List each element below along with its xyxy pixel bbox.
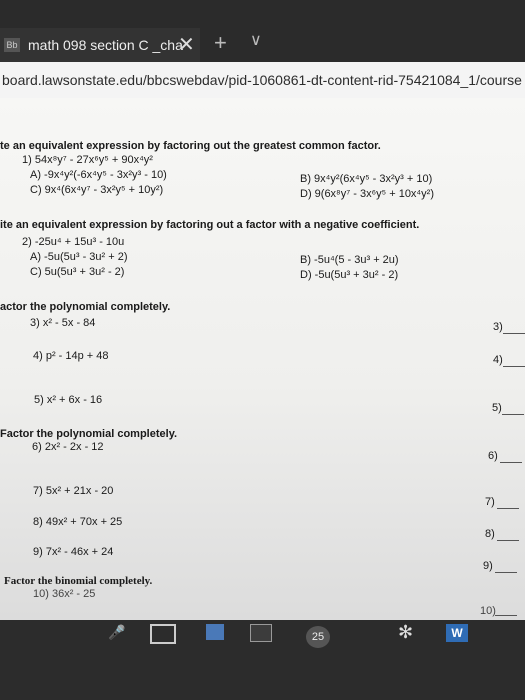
store-icon[interactable] <box>250 624 272 642</box>
question-10-answer-label: 10) <box>480 605 496 617</box>
new-tab-icon[interactable]: + <box>214 30 227 56</box>
file-explorer-icon[interactable] <box>206 624 224 640</box>
question-8-answer-blank[interactable] <box>497 540 519 541</box>
question-1-choice-b: B) 9x⁴y²(6x⁴y⁵ - 3x²y³ + 10) <box>300 173 433 185</box>
question-3-answer-label: 3) <box>493 321 503 333</box>
browser-tab-bar: Bb math 098 section C _cha ✕ + ∨ <box>0 0 525 62</box>
settings-gear-icon[interactable]: ✻ <box>398 622 413 643</box>
question-5-prompt: 5) x² + 6x - 16 <box>34 394 103 406</box>
microphone-icon[interactable]: 🎤 <box>108 624 125 641</box>
question-8-answer-label: 8) <box>485 528 495 540</box>
question-7-answer-blank[interactable] <box>497 508 519 509</box>
question-1-choice-d: D) 9(6x⁸y⁷ - 3x⁶y⁵ + 10x⁴y²) <box>300 188 434 200</box>
question-3-prompt: 3) x² - 5x - 84 <box>30 317 96 329</box>
question-2-choice-d: D) -5u(5u³ + 3u² - 2) <box>300 269 399 281</box>
question-2-choice-c: C) 5u(5u³ + 3u² - 2) <box>30 266 125 278</box>
question-10-answer-blank[interactable] <box>495 615 517 616</box>
tab-list-chevron-down-icon[interactable]: ∨ <box>250 30 262 50</box>
url-text[interactable]: board.lawsonstate.edu/bbcswebdav/pid-106… <box>0 72 522 88</box>
question-2-choice-b: B) -5u⁴(5 - 3u³ + 2u) <box>300 254 399 266</box>
question-5-answer-label: 5) <box>492 402 502 414</box>
section-heading-factor-binomial: Factor the binomial completely. <box>4 575 153 587</box>
tab-title: math 098 section C _cha <box>28 37 183 53</box>
browser-tab[interactable]: Bb math 098 section C _cha ✕ <box>0 28 200 62</box>
question-10-prompt: 10) 36x² - 25 <box>33 588 96 600</box>
worksheet-document: te an equivalent expression by factoring… <box>0 98 525 620</box>
question-2-choice-a: A) -5u(5u³ - 3u² + 2) <box>30 251 128 263</box>
word-app-icon[interactable]: W <box>446 624 468 642</box>
question-6-answer-label: 6) <box>488 450 498 462</box>
task-view-icon[interactable] <box>150 624 176 644</box>
question-6-prompt: 6) 2x² - 2x - 12 <box>32 441 104 453</box>
question-1-choice-c: C) 9x⁴(6x⁴y⁷ - 3x²y⁵ + 10y²) <box>30 184 164 196</box>
question-1-choice-a: A) -9x⁴y²(-6x⁴y⁵ - 3x²y³ - 10) <box>30 169 167 181</box>
taskbar: 🎤 25 ✻ W <box>0 620 525 700</box>
section-heading-gcf: te an equivalent expression by factoring… <box>0 140 381 152</box>
notification-badge[interactable]: 25 <box>306 626 330 648</box>
question-7-prompt: 7) 5x² + 21x - 20 <box>33 485 114 497</box>
question-2-prompt: 2) -25u⁴ + 15u³ - 10u <box>22 236 125 248</box>
question-4-answer-blank[interactable] <box>503 366 525 367</box>
question-5-answer-blank[interactable] <box>502 414 524 415</box>
blackboard-favicon-icon: Bb <box>4 38 20 52</box>
question-6-answer-blank[interactable] <box>500 462 522 463</box>
question-8-prompt: 8) 49x² + 70x + 25 <box>33 516 123 528</box>
question-9-answer-label: 9) <box>483 560 493 572</box>
question-4-answer-label: 4) <box>493 354 503 366</box>
question-9-answer-blank[interactable] <box>495 572 517 573</box>
address-bar[interactable]: board.lawsonstate.edu/bbcswebdav/pid-106… <box>0 62 525 99</box>
question-4-prompt: 4) p² - 14p + 48 <box>33 350 109 362</box>
section-heading-factor-poly-1: actor the polynomial completely. <box>0 301 171 313</box>
question-7-answer-label: 7) <box>485 496 495 508</box>
question-9-prompt: 9) 7x² - 46x + 24 <box>33 546 114 558</box>
close-tab-icon[interactable]: ✕ <box>178 30 195 60</box>
section-heading-factor-poly-2: Factor the polynomial completely. <box>0 428 178 440</box>
question-3-answer-blank[interactable] <box>503 333 525 334</box>
question-1-prompt: 1) 54x⁸y⁷ - 27x⁶y⁵ + 90x⁴y² <box>22 154 153 166</box>
section-heading-negative-factor: ite an equivalent expression by factorin… <box>0 219 420 231</box>
